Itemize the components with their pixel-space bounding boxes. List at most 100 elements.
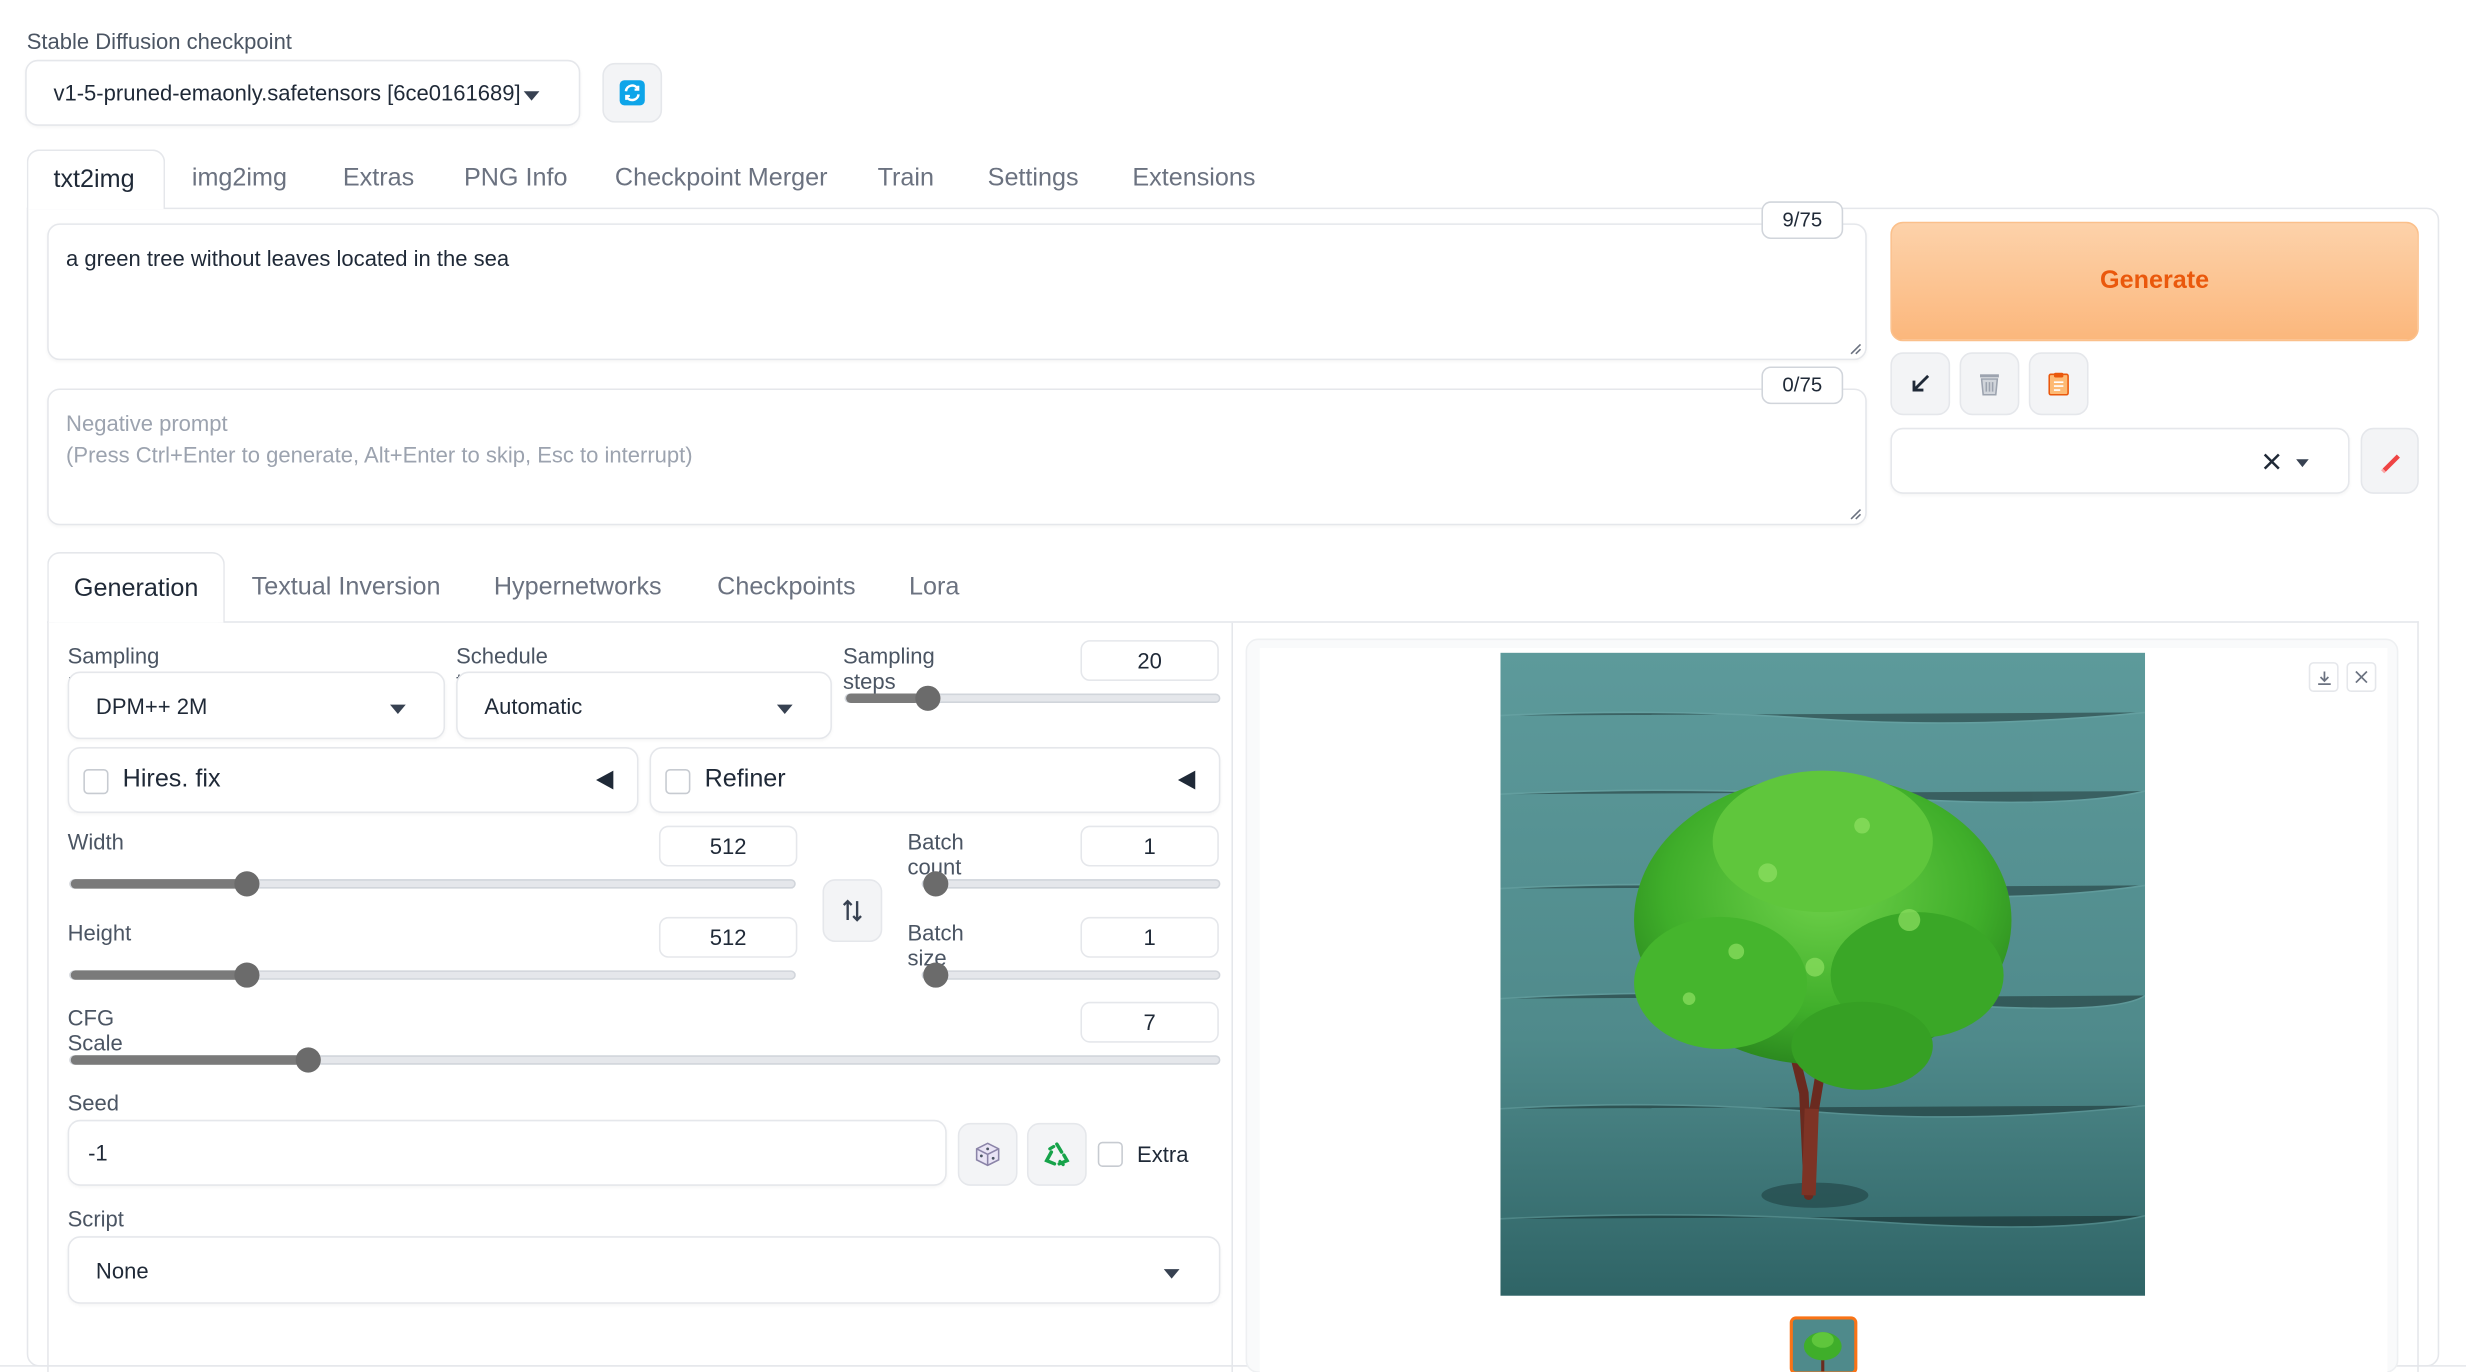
chevron-down-icon: [523, 91, 540, 101]
tab-textual-inversion[interactable]: Textual Inversion: [252, 574, 441, 602]
app-root: Stable Diffusion checkpoint v1-5-pruned-…: [0, 0, 2466, 1372]
tab-lora[interactable]: Lora: [909, 574, 959, 602]
prompt-textarea[interactable]: a green tree without leaves located in t…: [47, 223, 1867, 361]
batch-size-input[interactable]: 1: [1080, 916, 1219, 958]
gallery-thumbnail[interactable]: [1789, 1316, 1858, 1372]
slider-thumb[interactable]: [923, 871, 949, 897]
refiner-accordion[interactable]: Refiner: [649, 747, 1221, 814]
hires-fix-accordion[interactable]: Hires. fix: [67, 747, 639, 814]
seed-extra-label: Extra: [1137, 1141, 1189, 1167]
slider-fill: [70, 1055, 301, 1065]
close-image-button[interactable]: [2346, 662, 2377, 692]
tab-train[interactable]: Train: [878, 165, 934, 193]
generate-button[interactable]: Generate: [1890, 221, 2419, 342]
generated-image[interactable]: [1500, 652, 2146, 1296]
trash-icon: [1980, 374, 1999, 396]
batch-count-slider[interactable]: [921, 871, 1221, 897]
close-icon: [2355, 670, 2368, 684]
styles-dropdown[interactable]: [1890, 427, 2350, 494]
width-label: Width: [67, 828, 124, 854]
read-params-button[interactable]: [1890, 352, 1951, 416]
checkpoint-label: Stable Diffusion checkpoint: [26, 28, 292, 54]
height-input[interactable]: 512: [658, 916, 798, 958]
clipboard-icon: [2048, 372, 2069, 396]
tab-settings[interactable]: Settings: [988, 165, 1079, 193]
prompt-text: a green tree without leaves located in t…: [66, 245, 510, 271]
refresh-checkpoint-button[interactable]: [602, 62, 663, 123]
hires-fix-label: Hires. fix: [122, 765, 221, 793]
width-input[interactable]: 512: [658, 825, 798, 867]
seed-value: -1: [88, 1140, 108, 1166]
panel-divider: [1231, 622, 1233, 1372]
swap-dimensions-button[interactable]: [822, 879, 883, 943]
negative-prompt-textarea[interactable]: Negative prompt (Press Ctrl+Enter to gen…: [47, 388, 1867, 526]
tab-label: Generation: [73, 575, 199, 603]
clear-prompt-button[interactable]: [1959, 352, 2020, 416]
resize-handle-icon[interactable]: [1849, 508, 1862, 521]
chevron-down-icon: [390, 704, 406, 715]
download-image-button[interactable]: [2308, 662, 2339, 692]
prompt-token-counter: 9/75: [1761, 201, 1844, 240]
script-label: Script: [67, 1206, 124, 1232]
tab-extras[interactable]: Extras: [343, 165, 414, 193]
sampling-steps-label: Sampling steps: [842, 643, 935, 694]
tab-hypernetworks[interactable]: Hypernetworks: [494, 574, 662, 602]
sampling-method-value: DPM++ 2M: [95, 693, 208, 719]
pencil-icon: [2380, 454, 2400, 474]
download-icon: [2317, 670, 2330, 685]
negative-prompt-hint: (Press Ctrl+Enter to generate, Alt+Enter…: [66, 441, 693, 468]
slider-thumb[interactable]: [295, 1047, 321, 1073]
script-value: None: [95, 1258, 149, 1284]
tab-txt2img[interactable]: txt2img: [26, 149, 166, 210]
collapse-arrow-icon[interactable]: [596, 770, 614, 790]
tab-label: txt2img: [53, 166, 135, 194]
height-slider[interactable]: [69, 962, 796, 988]
chevron-down-icon: [776, 704, 793, 715]
batch-size-slider[interactable]: [921, 962, 1221, 988]
resize-handle-icon[interactable]: [1849, 343, 1862, 356]
cfg-scale-slider[interactable]: [69, 1047, 1221, 1073]
batch-count-input[interactable]: 1: [1080, 825, 1219, 867]
width-slider[interactable]: [69, 871, 796, 897]
arrow-down-left-icon: [1912, 374, 1930, 392]
close-icon[interactable]: [2263, 453, 2280, 470]
refresh-icon: [619, 80, 645, 106]
swap-icon: [842, 899, 862, 922]
reuse-seed-button[interactable]: [1026, 1122, 1087, 1186]
sampling-steps-slider[interactable]: [844, 685, 1221, 711]
tab-extensions[interactable]: Extensions: [1132, 165, 1255, 193]
chevron-down-icon: [1163, 1269, 1180, 1279]
negative-prompt-placeholder: Negative prompt: [66, 410, 228, 436]
generate-label: Generate: [2100, 267, 2210, 295]
hires-fix-checkbox[interactable]: [83, 769, 109, 795]
tab-checkpoint-merger[interactable]: Checkpoint Merger: [615, 165, 828, 193]
cfg-scale-input[interactable]: 7: [1080, 1001, 1219, 1043]
checkpoint-select[interactable]: v1-5-pruned-emaonly.safetensors [6ce0161…: [25, 59, 581, 126]
thumbnail-image: [1792, 1319, 1855, 1372]
seed-extra-checkbox[interactable]: [1097, 1141, 1123, 1167]
edit-styles-button[interactable]: [2360, 427, 2419, 494]
cfg-scale-label: CFG Scale: [67, 1004, 123, 1056]
refiner-checkbox[interactable]: [665, 769, 691, 795]
sampling-steps-input[interactable]: 20: [1080, 640, 1219, 681]
slider-fill: [70, 970, 241, 980]
tab-img2img[interactable]: img2img: [192, 165, 287, 193]
tab-png-info[interactable]: PNG Info: [464, 165, 568, 193]
sampling-method-select[interactable]: DPM++ 2M: [67, 671, 446, 740]
random-seed-button[interactable]: [957, 1122, 1018, 1186]
slider-fill: [70, 879, 241, 889]
tab-generation[interactable]: Generation: [47, 552, 225, 623]
slider-thumb[interactable]: [923, 962, 949, 988]
checkpoint-value: v1-5-pruned-emaonly.safetensors [6ce0161…: [53, 80, 521, 106]
tree-in-sea-image: [1500, 652, 2146, 1296]
slider-fill: [846, 693, 921, 703]
apply-style-button[interactable]: [2028, 352, 2089, 416]
negative-prompt-token-counter: 0/75: [1761, 366, 1844, 405]
tab-checkpoints[interactable]: Checkpoints: [717, 574, 855, 602]
collapse-arrow-icon[interactable]: [1177, 770, 1196, 790]
refiner-label: Refiner: [704, 765, 786, 793]
output-gallery: [1245, 638, 2399, 1372]
script-select[interactable]: None: [67, 1236, 1221, 1304]
seed-input[interactable]: -1: [67, 1119, 947, 1186]
schedule-type-select[interactable]: Automatic: [456, 671, 832, 740]
